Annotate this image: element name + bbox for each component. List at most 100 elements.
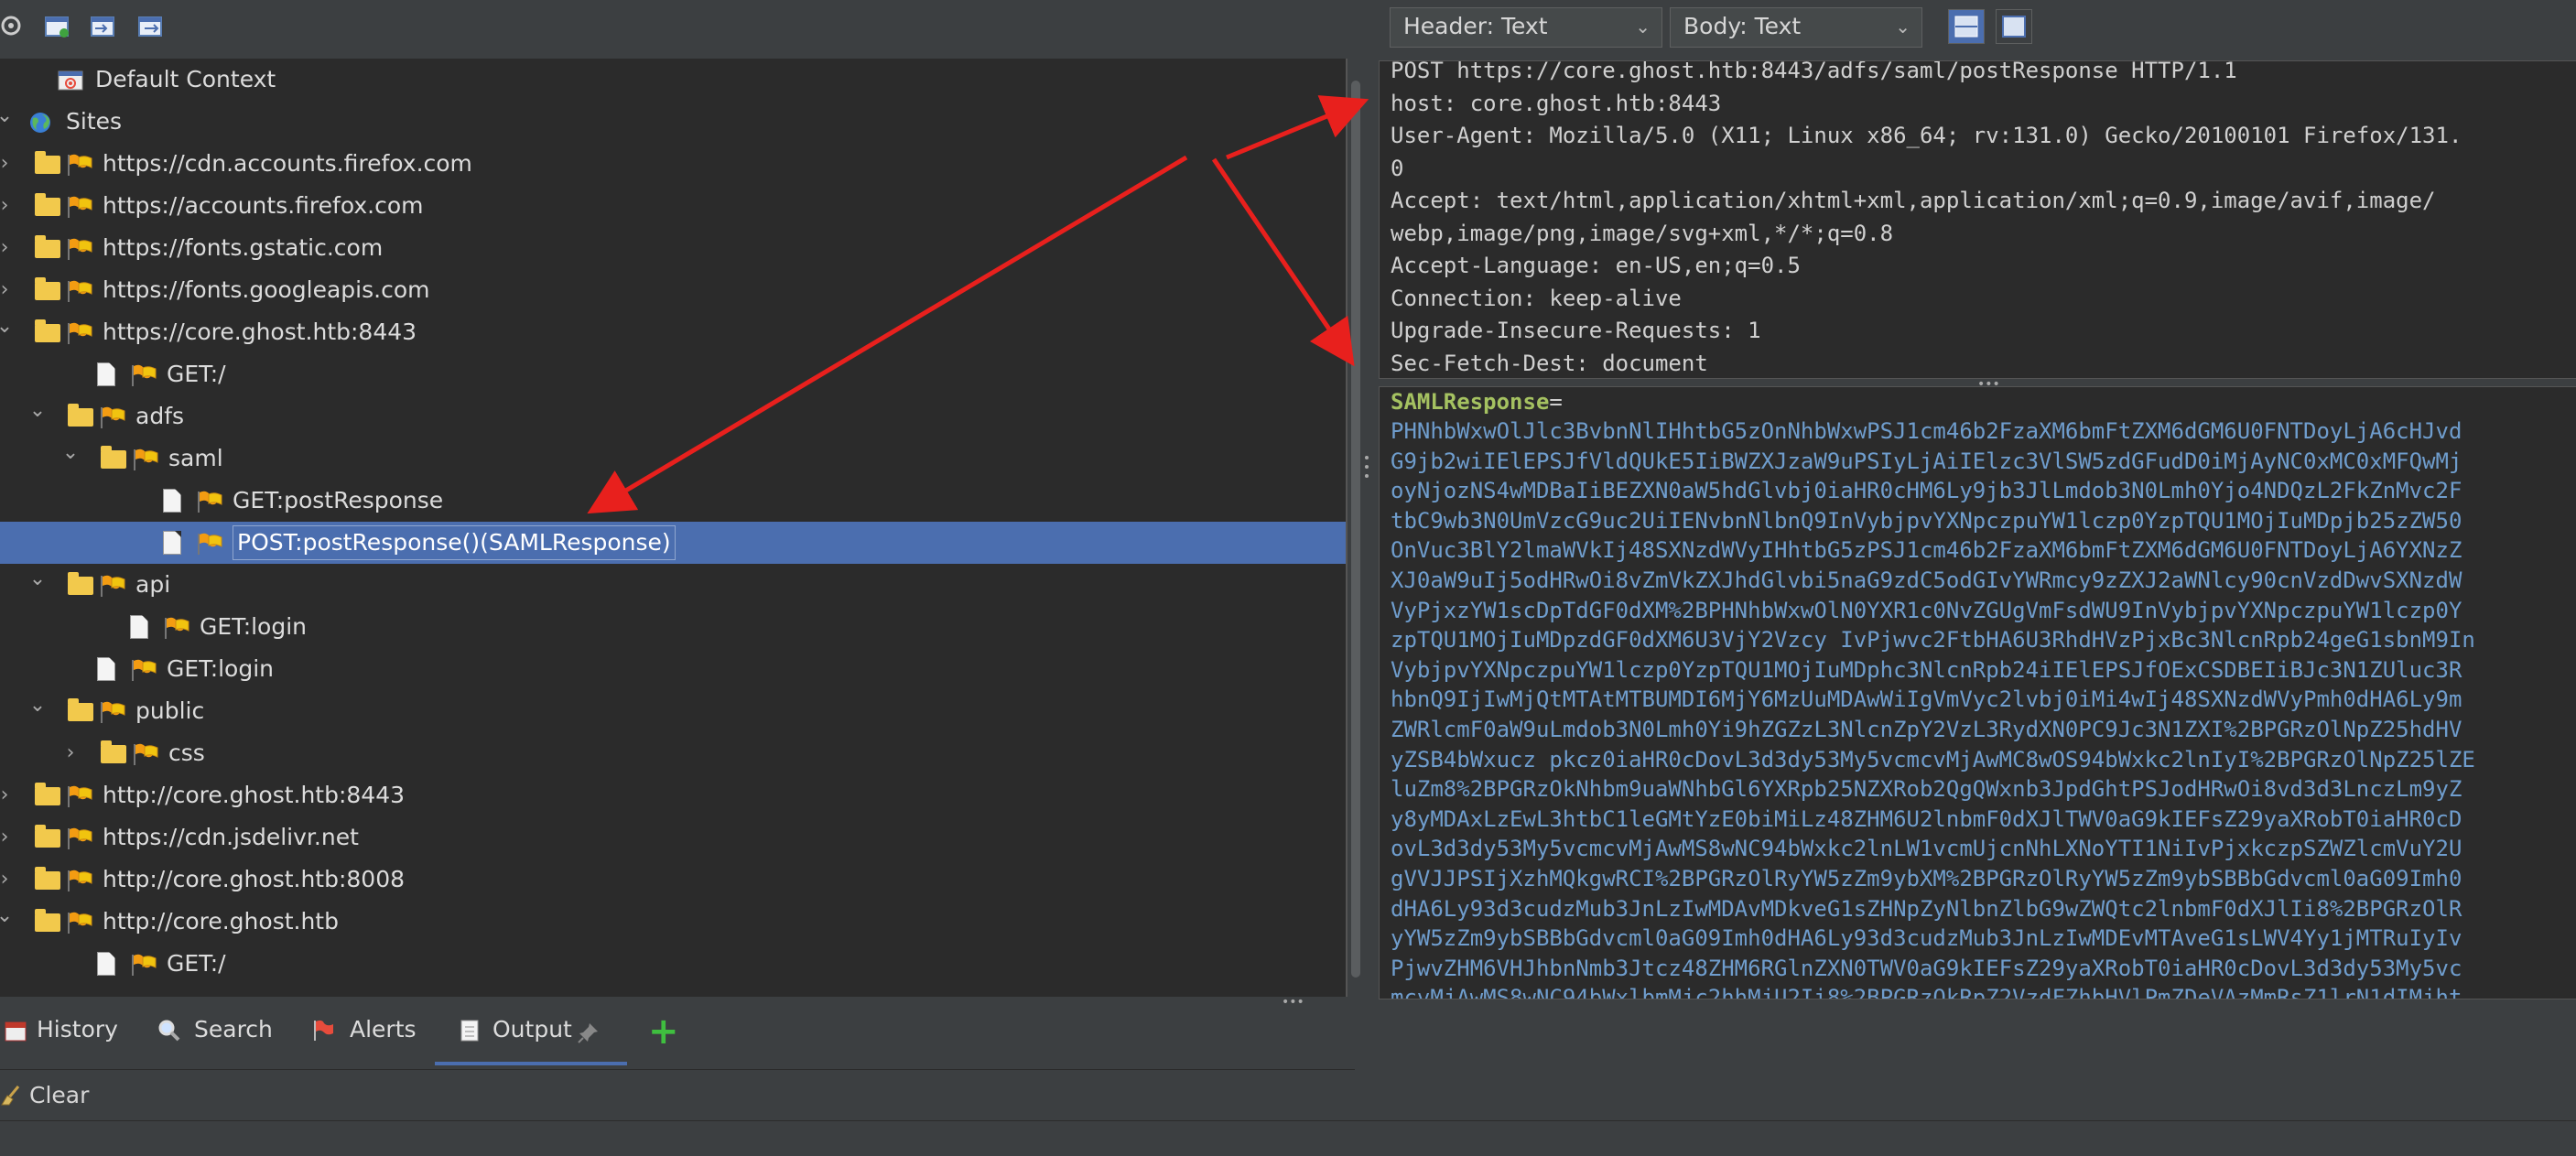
flag-icon [132, 954, 157, 976]
tree-node-label: http://core.ghost.htb [103, 908, 339, 935]
single-view-icon [2002, 16, 2026, 38]
tree-node[interactable]: › https://cdn.accounts.firefox.com [0, 143, 1346, 185]
tree-node-label: GET:/ [167, 361, 226, 387]
tree-node[interactable]: ⌄http://core.ghost.htb [0, 901, 1346, 943]
tree-node[interactable]: › https://cdn.jsdelivr.net [0, 816, 1346, 859]
clear-button[interactable]: Clear [0, 1077, 101, 1114]
tree-node-label: https://core.ghost.htb:8443 [103, 319, 417, 345]
flag-icon [68, 238, 92, 260]
tree-node[interactable]: GET:/ [0, 943, 1346, 985]
tab-search[interactable]: Search [154, 1002, 282, 1066]
chevron-down-icon[interactable]: ⌄ [0, 95, 15, 137]
header-line: Accept: text/html,application/xhtml+xml,… [1391, 188, 2436, 213]
request-header-pane[interactable]: POST https://core.ghost.htb:8443/adfs/sa… [1379, 60, 2576, 379]
body-line: VyPjxzYW1scDpTdGF0dXM%2BPHNhbWxwOlN0YXR1… [1391, 597, 2462, 623]
chevron-down-icon[interactable]: ⌄ [27, 558, 48, 600]
body-format-label: Body: Text [1683, 13, 1802, 39]
flag-icon [165, 617, 189, 639]
flag-icon [68, 280, 92, 302]
flag-icon [314, 1020, 333, 1041]
body-line: dHA6Ly93d3cudzMub3JnLzIwMDAvMDkveG1sZHNp… [1391, 895, 2462, 922]
folder-icon [35, 909, 60, 932]
chevron-down-icon[interactable]: ⌄ [27, 390, 48, 432]
site-tree: Default Context⌄Sites›https://cdn.accoun… [0, 59, 1348, 997]
tree-node-label: css [168, 740, 205, 766]
folder-icon [35, 825, 60, 848]
body-line: y8yMDAxLzEwL3htbC1leGMtYzE0biMiLz48ZHM6U… [1391, 805, 2462, 832]
folder-icon [101, 446, 126, 469]
tree-node-label: public [135, 697, 205, 724]
header-line: webp,image/png,image/svg+xml,*/*;q=0.8 [1391, 220, 1894, 246]
new-context-icon[interactable] [44, 13, 71, 38]
tree-node[interactable]: GET:postResponse [0, 480, 1346, 522]
chevron-down-icon[interactable]: ⌄ [27, 685, 48, 727]
header-line: host: core.ghost.htb:8443 [1391, 90, 1722, 116]
split-horizontal-view-button[interactable] [1948, 9, 1985, 44]
tree-node[interactable]: › http://core.ghost.htb:8008 [0, 859, 1346, 901]
body-line: PjwvZHM6VHJhbnNmb3Jtcz48ZHM6RGlnZXN0TWV0… [1391, 955, 2462, 981]
param-equals: = [1549, 389, 1563, 415]
tree-node[interactable]: POST:postResponse()(SAMLResponse) [0, 522, 1346, 564]
tree-node[interactable]: › https://accounts.firefox.com [0, 185, 1346, 227]
vertical-splitter-handle[interactable] [1362, 448, 1371, 485]
chevron-right-icon[interactable]: › [0, 185, 15, 227]
tree-node[interactable]: › https://fonts.googleapis.com [0, 269, 1346, 311]
tree-scrollbar[interactable] [1349, 81, 1362, 996]
body-format-select[interactable]: Body: Text ⌄ [1670, 7, 1922, 48]
tree-node[interactable]: ⌄ adfs [0, 395, 1346, 438]
folder-icon [68, 572, 93, 595]
tree-node[interactable]: GET:login [0, 606, 1346, 648]
tab-output[interactable]: Output [454, 1002, 628, 1066]
tree-node[interactable]: ⌄ public [0, 690, 1346, 732]
single-view-button[interactable] [1996, 9, 2032, 44]
tree-node[interactable]: ⌄Sites [0, 101, 1346, 143]
chevron-right-icon[interactable]: › [60, 732, 81, 774]
horizontal-splitter-handle[interactable]: ••• [1977, 377, 2005, 392]
chevron-right-icon[interactable]: › [0, 774, 15, 816]
request-body-pane[interactable]: SAMLResponse= PHNhbWxwOlJlc3BvbnNlIHhtbG… [1379, 386, 2576, 999]
pin-icon[interactable] [577, 1021, 601, 1044]
import-context-icon[interactable] [90, 13, 117, 38]
chevron-down-icon[interactable]: ⌄ [60, 432, 81, 474]
flag-icon [101, 406, 125, 428]
target-icon[interactable] [0, 13, 27, 38]
tree-node[interactable]: GET:login [0, 648, 1346, 690]
header-line: Upgrade-Insecure-Requests: 1 [1391, 318, 1761, 343]
tabbar-splitter-handle[interactable]: ••• [1282, 995, 1304, 1010]
tab-alerts[interactable]: Alerts [309, 1002, 428, 1066]
tree-node[interactable]: ⌄ saml [0, 438, 1346, 480]
tree-node[interactable]: ⌄ api [0, 564, 1346, 606]
tree-node-label: https://cdn.accounts.firefox.com [103, 150, 472, 177]
tree-node[interactable]: Default Context [0, 59, 1346, 101]
tree-node[interactable]: › https://fonts.gstatic.com [0, 227, 1346, 269]
tree-node[interactable]: ⌄https://core.ghost.htb:8443 [0, 311, 1346, 353]
file-icon [163, 531, 181, 555]
tree-node-label: https://accounts.firefox.com [103, 192, 424, 219]
tree-node-label: adfs [135, 403, 185, 429]
tree-node[interactable]: › css [0, 732, 1346, 774]
magnifier-icon [158, 1020, 180, 1042]
tree-node[interactable]: › http://core.ghost.htb:8443 [0, 774, 1346, 816]
active-tab-indicator [435, 1062, 627, 1065]
globe-icon [30, 113, 50, 133]
saml-param-name: SAMLResponse [1391, 389, 1550, 415]
body-line: PHNhbWxwOlJlc3BvbnNlIHhtbG5zOnNhbWxwPSJ1… [1391, 418, 2462, 444]
tab-history[interactable]: History [0, 1002, 146, 1066]
flag-icon [134, 743, 158, 765]
body-line: oyNjozNS4wMDBaIiBEZXN0aW5hdGlvbj0iaHR0cH… [1391, 478, 2462, 504]
header-line: Connection: keep-alive [1391, 285, 1682, 311]
export-context-icon[interactable] [137, 13, 165, 38]
tree-node-label: GET:login [167, 655, 275, 682]
tree-node[interactable]: GET:/ [0, 353, 1346, 395]
chevron-down-icon[interactable]: ⌄ [0, 895, 15, 937]
header-format-select[interactable]: Header: Text ⌄ [1390, 7, 1662, 48]
broom-icon [1, 1086, 20, 1106]
chevron-down-icon[interactable]: ⌄ [0, 306, 15, 348]
chevron-right-icon[interactable]: › [0, 816, 15, 859]
add-tab-button[interactable]: + [648, 1002, 685, 1066]
folder-icon [68, 698, 93, 721]
chevron-right-icon[interactable]: › [0, 227, 15, 269]
file-icon [130, 615, 148, 639]
chevron-right-icon[interactable]: › [0, 143, 15, 185]
body-line: mcvMjAwMS8wNC94bWxlbmMjc2hhMjU2Ii8%2BPGR… [1391, 985, 2462, 999]
